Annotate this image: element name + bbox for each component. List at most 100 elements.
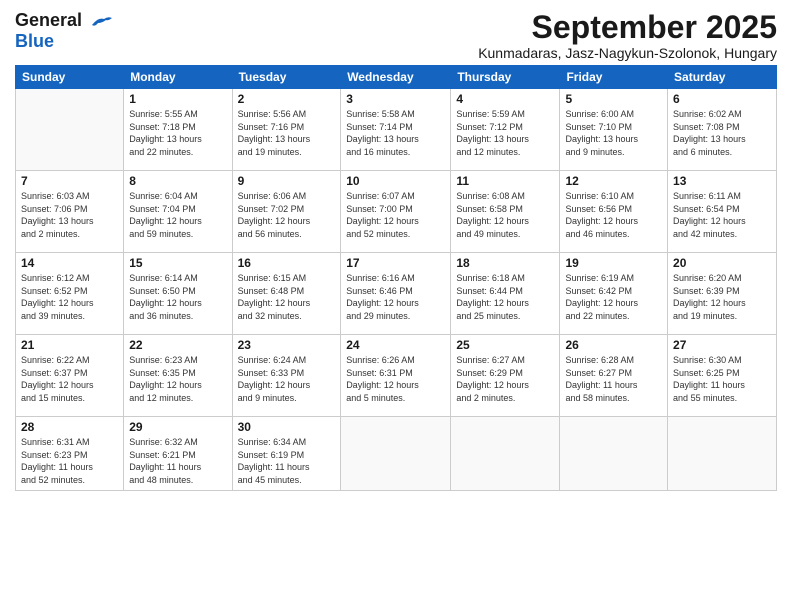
col-sunday: Sunday [16, 66, 124, 89]
cell-day-number: 14 [21, 256, 118, 270]
col-saturday: Saturday [668, 66, 777, 89]
table-row: 18 Sunrise: 6:18 AM Sunset: 6:44 PM Dayli… [451, 253, 560, 335]
cell-info-text: Sunrise: 6:12 AM Sunset: 6:52 PM Dayligh… [21, 272, 118, 322]
title-block: September 2025 Kunmadaras, Jasz-Nagykun-… [478, 10, 777, 61]
cell-day-number: 26 [565, 338, 662, 352]
table-row: 11Sunrise: 6:08 AM Sunset: 6:58 PM Dayli… [451, 171, 560, 253]
cell-day-number: 19 [565, 256, 662, 270]
table-row: 6Sunrise: 6:02 AM Sunset: 7:08 PM Daylig… [668, 89, 777, 171]
cell-info-text: Sunrise: 6:20 AM Sunset: 6:39 PM Dayligh… [673, 272, 771, 322]
cell-info-text: Sunrise: 6:32 AM Sunset: 6:21 PM Dayligh… [129, 436, 226, 486]
cell-info-text: Sunrise: 6:18 AM Sunset: 6:44 PM Dayligh… [456, 272, 554, 322]
table-row: 14 Sunrise: 6:12 AM Sunset: 6:52 PM Dayli… [16, 253, 124, 335]
table-row: 10 Sunrise: 6:07 AM Sunset: 7:00 PM Dayli… [341, 171, 451, 253]
cell-day-number: 13 [673, 174, 771, 188]
cell-info-text: Sunrise: 5:56 AM Sunset: 7:16 PM Dayligh… [238, 108, 336, 158]
table-row: 4Sunrise: 5:59 AM Sunset: 7:12 PM Daylig… [451, 89, 560, 171]
page-subtitle: Kunmadaras, Jasz-Nagykun-Szolonok, Hunga… [478, 45, 777, 61]
table-row: 13 Sunrise: 6:11 AM Sunset: 6:54 PM Dayli… [668, 171, 777, 253]
logo-bird-icon [90, 15, 112, 29]
table-row: 16 Sunrise: 6:15 AM Sunset: 6:48 PM Dayli… [232, 253, 341, 335]
cell-day-number: 18 [456, 256, 554, 270]
table-row: 19Sunrise: 6:19 AM Sunset: 6:42 PM Dayli… [560, 253, 668, 335]
col-friday: Friday [560, 66, 668, 89]
cell-day-number: 30 [238, 420, 336, 434]
cell-day-number: 27 [673, 338, 771, 352]
calendar-table: Sunday Monday Tuesday Wednesday Thursday… [15, 65, 777, 490]
table-row: 23 Sunrise: 6:24 AM Sunset: 6:33 PM Dayli… [232, 335, 341, 417]
col-thursday: Thursday [451, 66, 560, 89]
cell-day-number: 5 [565, 92, 662, 106]
cell-info-text: Sunrise: 6:10 AM Sunset: 6:56 PM Dayligh… [565, 190, 662, 240]
table-row: 12 Sunrise: 6:10 AM Sunset: 6:56 PM Dayli… [560, 171, 668, 253]
table-row: 8 Sunrise: 6:04 AM Sunset: 7:04 PM Daylig… [124, 171, 232, 253]
table-row: 7Sunrise: 6:03 AM Sunset: 7:06 PM Daylig… [16, 171, 124, 253]
table-row: 21 Sunrise: 6:22 AM Sunset: 6:37 PM Dayli… [16, 335, 124, 417]
table-row: 1Sunrise: 5:55 AM Sunset: 7:18 PM Daylig… [124, 89, 232, 171]
cell-info-text: Sunrise: 6:27 AM Sunset: 6:29 PM Dayligh… [456, 354, 554, 404]
header: General Blue September 2025 Kunmadaras, … [15, 10, 777, 61]
cell-info-text: Sunrise: 6:30 AM Sunset: 6:25 PM Dayligh… [673, 354, 771, 404]
table-row: 2Sunrise: 5:56 AM Sunset: 7:16 PM Daylig… [232, 89, 341, 171]
cell-info-text: Sunrise: 6:31 AM Sunset: 6:23 PM Dayligh… [21, 436, 118, 486]
cell-info-text: Sunrise: 6:26 AM Sunset: 6:31 PM Dayligh… [346, 354, 445, 404]
table-row: 15 Sunrise: 6:14 AM Sunset: 6:50 PM Dayli… [124, 253, 232, 335]
cell-day-number: 8 [129, 174, 226, 188]
page-title: September 2025 [478, 10, 777, 45]
cell-day-number: 20 [673, 256, 771, 270]
cell-info-text: Sunrise: 6:14 AM Sunset: 6:50 PM Dayligh… [129, 272, 226, 322]
cell-info-text: Sunrise: 6:15 AM Sunset: 6:48 PM Dayligh… [238, 272, 336, 322]
cell-day-number: 10 [346, 174, 445, 188]
cell-day-number: 29 [129, 420, 226, 434]
cell-day-number: 1 [129, 92, 226, 106]
cell-info-text: Sunrise: 6:22 AM Sunset: 6:37 PM Dayligh… [21, 354, 118, 404]
table-row: 5 Sunrise: 6:00 AM Sunset: 7:10 PM Daylig… [560, 89, 668, 171]
cell-info-text: Sunrise: 5:59 AM Sunset: 7:12 PM Dayligh… [456, 108, 554, 158]
table-row: 20 Sunrise: 6:20 AM Sunset: 6:39 PM Dayli… [668, 253, 777, 335]
table-row: 26 Sunrise: 6:28 AM Sunset: 6:27 PM Dayli… [560, 335, 668, 417]
cell-info-text: Sunrise: 6:06 AM Sunset: 7:02 PM Dayligh… [238, 190, 336, 240]
cell-day-number: 22 [129, 338, 226, 352]
table-row: 29 Sunrise: 6:32 AM Sunset: 6:21 PM Dayli… [124, 417, 232, 490]
cell-info-text: Sunrise: 6:02 AM Sunset: 7:08 PM Dayligh… [673, 108, 771, 158]
cell-day-number: 12 [565, 174, 662, 188]
col-tuesday: Tuesday [232, 66, 341, 89]
table-row [341, 417, 451, 490]
table-row: 27 Sunrise: 6:30 AM Sunset: 6:25 PM Dayli… [668, 335, 777, 417]
cell-info-text: Sunrise: 6:16 AM Sunset: 6:46 PM Dayligh… [346, 272, 445, 322]
cell-info-text: Sunrise: 6:00 AM Sunset: 7:10 PM Dayligh… [565, 108, 662, 158]
table-row [560, 417, 668, 490]
logo-general: General [15, 10, 82, 30]
table-row: 25 Sunrise: 6:27 AM Sunset: 6:29 PM Dayli… [451, 335, 560, 417]
table-row [16, 89, 124, 171]
cell-day-number: 21 [21, 338, 118, 352]
cell-day-number: 16 [238, 256, 336, 270]
col-monday: Monday [124, 66, 232, 89]
cell-info-text: Sunrise: 6:28 AM Sunset: 6:27 PM Dayligh… [565, 354, 662, 404]
cell-day-number: 24 [346, 338, 445, 352]
cell-info-text: Sunrise: 6:04 AM Sunset: 7:04 PM Dayligh… [129, 190, 226, 240]
table-row: 24 Sunrise: 6:26 AM Sunset: 6:31 PM Dayli… [341, 335, 451, 417]
logo: General Blue [15, 10, 112, 52]
cell-day-number: 3 [346, 92, 445, 106]
cell-info-text: Sunrise: 6:24 AM Sunset: 6:33 PM Dayligh… [238, 354, 336, 404]
cell-day-number: 17 [346, 256, 445, 270]
cell-day-number: 15 [129, 256, 226, 270]
cell-info-text: Sunrise: 6:03 AM Sunset: 7:06 PM Dayligh… [21, 190, 118, 240]
cell-info-text: Sunrise: 6:11 AM Sunset: 6:54 PM Dayligh… [673, 190, 771, 240]
table-row: 3 Sunrise: 5:58 AM Sunset: 7:14 PM Daylig… [341, 89, 451, 171]
table-row: 17 Sunrise: 6:16 AM Sunset: 6:46 PM Dayli… [341, 253, 451, 335]
logo-blue: Blue [15, 31, 54, 51]
col-wednesday: Wednesday [341, 66, 451, 89]
cell-day-number: 9 [238, 174, 336, 188]
table-row [668, 417, 777, 490]
cell-info-text: Sunrise: 6:23 AM Sunset: 6:35 PM Dayligh… [129, 354, 226, 404]
page: General Blue September 2025 Kunmadaras, … [0, 0, 792, 612]
cell-day-number: 28 [21, 420, 118, 434]
cell-info-text: Sunrise: 5:58 AM Sunset: 7:14 PM Dayligh… [346, 108, 445, 158]
cell-day-number: 23 [238, 338, 336, 352]
cell-day-number: 25 [456, 338, 554, 352]
cell-info-text: Sunrise: 6:08 AM Sunset: 6:58 PM Dayligh… [456, 190, 554, 240]
table-row [451, 417, 560, 490]
cell-info-text: Sunrise: 6:07 AM Sunset: 7:00 PM Dayligh… [346, 190, 445, 240]
